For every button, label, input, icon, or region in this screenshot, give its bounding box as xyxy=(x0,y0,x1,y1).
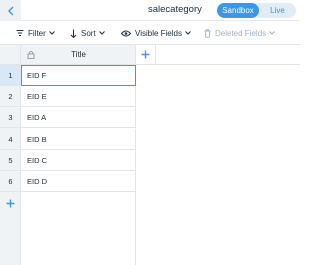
sort-button[interactable]: Sort xyxy=(70,27,105,39)
chevron-left-icon xyxy=(7,6,13,15)
grid-empty-area xyxy=(21,192,136,265)
live-toggle-option[interactable]: Live xyxy=(259,3,296,18)
table-row[interactable]: 6 EID D xyxy=(0,171,136,192)
header-corner xyxy=(0,45,21,65)
table-row[interactable]: 3 EID A xyxy=(0,107,136,128)
row-number: 4 xyxy=(0,129,21,150)
title-cell[interactable]: EID D xyxy=(21,171,136,192)
toolbar: Filter Sort Visible Fields Deleted Field… xyxy=(0,21,300,45)
title-cell[interactable]: EID B xyxy=(21,129,136,150)
column-header-label: Title xyxy=(71,50,86,59)
row-number: 5 xyxy=(0,150,21,171)
trash-icon xyxy=(204,28,211,38)
chevron-down-icon xyxy=(269,31,275,35)
chevron-down-icon xyxy=(98,31,105,35)
top-bar: salecategory Sandbox Live xyxy=(0,0,300,21)
row-number: 1 xyxy=(0,65,21,86)
chevron-down-icon xyxy=(48,31,55,35)
plus-icon xyxy=(6,199,15,207)
chevron-down-icon xyxy=(185,31,191,35)
sandbox-toggle-option[interactable]: Sandbox xyxy=(217,3,259,18)
collection-title: salecategory xyxy=(148,4,202,15)
deleted-fields-label: Deleted Fields xyxy=(215,28,267,38)
add-column-button[interactable] xyxy=(136,45,156,65)
header-empty-area xyxy=(156,45,300,65)
eye-icon xyxy=(121,30,131,36)
visible-fields-label: Visible Fields xyxy=(135,28,182,38)
filter-icon xyxy=(16,30,24,36)
plus-icon xyxy=(141,50,150,59)
row-number: 6 xyxy=(0,171,21,192)
filter-button[interactable]: Filter xyxy=(16,27,55,39)
title-cell[interactable]: EID F xyxy=(21,65,136,86)
environment-toggle[interactable]: Sandbox Live xyxy=(217,3,296,18)
title-cell[interactable]: EID A xyxy=(21,107,136,128)
table-row[interactable]: 5 EID C xyxy=(0,150,136,171)
sort-arrows-icon xyxy=(70,29,77,38)
sort-label: Sort xyxy=(81,28,96,38)
table-row[interactable]: 1 EID F xyxy=(0,65,136,86)
column-header-title[interactable]: Title xyxy=(21,45,136,65)
filter-label: Filter xyxy=(28,28,46,38)
visible-fields-button[interactable]: Visible Fields xyxy=(121,27,191,39)
add-row-button[interactable] xyxy=(0,193,21,213)
title-cell[interactable]: EID E xyxy=(21,86,136,107)
title-cell[interactable]: EID C xyxy=(21,150,136,171)
deleted-fields-button[interactable]: Deleted Fields xyxy=(204,27,275,39)
data-grid: Title 1 EID F 2 EID E 3 EID A 4 EID B 5 … xyxy=(0,45,300,265)
table-row[interactable]: 4 EID B xyxy=(0,129,136,150)
row-number: 3 xyxy=(0,107,21,128)
table-row[interactable]: 2 EID E xyxy=(0,86,136,107)
back-button[interactable] xyxy=(0,0,21,21)
row-number: 2 xyxy=(0,86,21,107)
